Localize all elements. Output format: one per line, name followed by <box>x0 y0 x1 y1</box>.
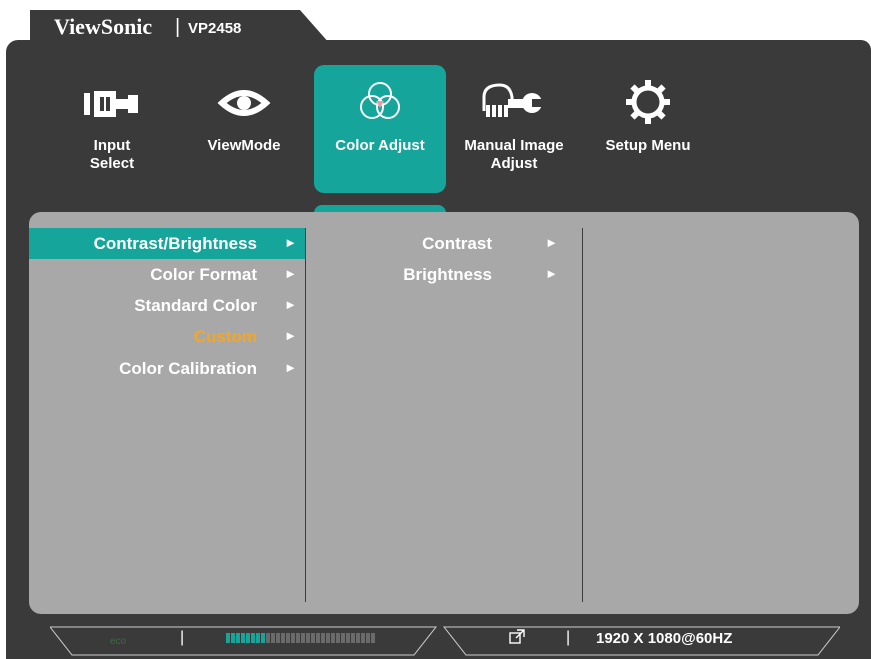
column-divider <box>582 228 583 602</box>
tab-label: Setup Menu <box>605 137 691 154</box>
meter-segment <box>341 633 345 643</box>
meter-segment <box>231 633 235 643</box>
submenu-item-label: Contrast <box>422 234 492 253</box>
meter-segment <box>286 633 290 643</box>
meter-segment <box>331 633 335 643</box>
tab-input-select[interactable]: Input Select <box>46 65 178 193</box>
meter-segment <box>271 633 275 643</box>
eye-icon <box>217 90 271 116</box>
submenu-item-label: Color Calibration <box>119 359 257 378</box>
arrow-right-icon: ► <box>284 235 297 250</box>
arrow-right-icon: ► <box>284 328 297 343</box>
tab-viewmode[interactable]: ViewMode <box>178 65 310 193</box>
meter-segment <box>296 633 300 643</box>
submenu-item-label: Contrast/Brightness <box>93 234 257 253</box>
tab-setup-menu[interactable]: Setup Menu <box>582 65 714 193</box>
submenu-item-custom[interactable]: Custom ► <box>29 321 305 352</box>
meter-segment <box>226 633 230 643</box>
meter-segment <box>261 633 265 643</box>
tab-label: Manual Image Adjust <box>464 137 564 172</box>
arrow-right-icon: ► <box>545 266 558 281</box>
submenu-item-label: Color Format <box>150 265 257 284</box>
meter-segment <box>246 633 250 643</box>
meter-segment <box>256 633 260 643</box>
meter-segment <box>311 633 315 643</box>
submenu-item-brightness[interactable]: Brightness ► <box>306 259 582 290</box>
resolution-readout: 1920 X 1080@60HZ <box>596 630 733 647</box>
brand-logo: ViewSonic <box>54 14 153 39</box>
status-separator: | <box>180 629 185 646</box>
meter-segment <box>266 633 270 643</box>
arrow-right-icon: ► <box>284 360 297 375</box>
meter-segment <box>321 633 325 643</box>
tab-label: Color Adjust <box>335 137 425 154</box>
status-separator: | <box>566 629 571 646</box>
meter-segment <box>326 633 330 643</box>
meter-segment <box>291 633 295 643</box>
gear-icon <box>626 80 670 124</box>
meter-segment <box>346 633 350 643</box>
submenu-item-label: Custom <box>193 327 257 346</box>
color-circles-icon <box>360 82 400 119</box>
submenu-item-label: Standard Color <box>134 296 257 315</box>
arrow-right-icon: ► <box>284 297 297 312</box>
tab-label: Input Select <box>89 137 135 172</box>
submenu-item-standard-color[interactable]: Standard Color ► <box>29 290 305 321</box>
meter-segment <box>366 633 370 643</box>
eco-level-meter <box>226 633 376 643</box>
tab-color-adjust[interactable]: Color Adjust <box>314 65 446 193</box>
submenu-item-color-calibration[interactable]: Color Calibration ► <box>29 353 305 384</box>
submenu-item-label: Brightness <box>403 265 492 284</box>
tab-label: ViewMode <box>207 137 281 154</box>
submenu-item-color-format[interactable]: Color Format ► <box>29 259 305 290</box>
meter-segment <box>336 633 340 643</box>
meter-segment <box>251 633 255 643</box>
meter-segment <box>236 633 240 643</box>
meter-segment <box>276 633 280 643</box>
submenu-item-contrast[interactable]: Contrast ► <box>306 228 582 259</box>
model-name: VP2458 <box>188 20 242 37</box>
input-select-icon <box>84 91 138 117</box>
header-separator: | <box>175 16 181 38</box>
tab-manual-image-adjust[interactable]: Manual Image Adjust <box>448 65 580 193</box>
submenu-item-contrast-brightness[interactable]: Contrast/Brightness ► <box>29 228 305 259</box>
arrow-right-icon: ► <box>284 266 297 281</box>
external-link-icon <box>509 629 525 644</box>
meter-segment <box>306 633 310 643</box>
arrow-right-icon: ► <box>545 235 558 250</box>
meter-segment <box>371 633 375 643</box>
eco-icon: eco <box>110 636 127 647</box>
meter-segment <box>356 633 360 643</box>
meter-segment <box>351 633 355 643</box>
hand-wrench-icon <box>482 83 544 117</box>
meter-segment <box>281 633 285 643</box>
meter-segment <box>241 633 245 643</box>
meter-segment <box>361 633 365 643</box>
meter-segment <box>316 633 320 643</box>
meter-segment <box>301 633 305 643</box>
